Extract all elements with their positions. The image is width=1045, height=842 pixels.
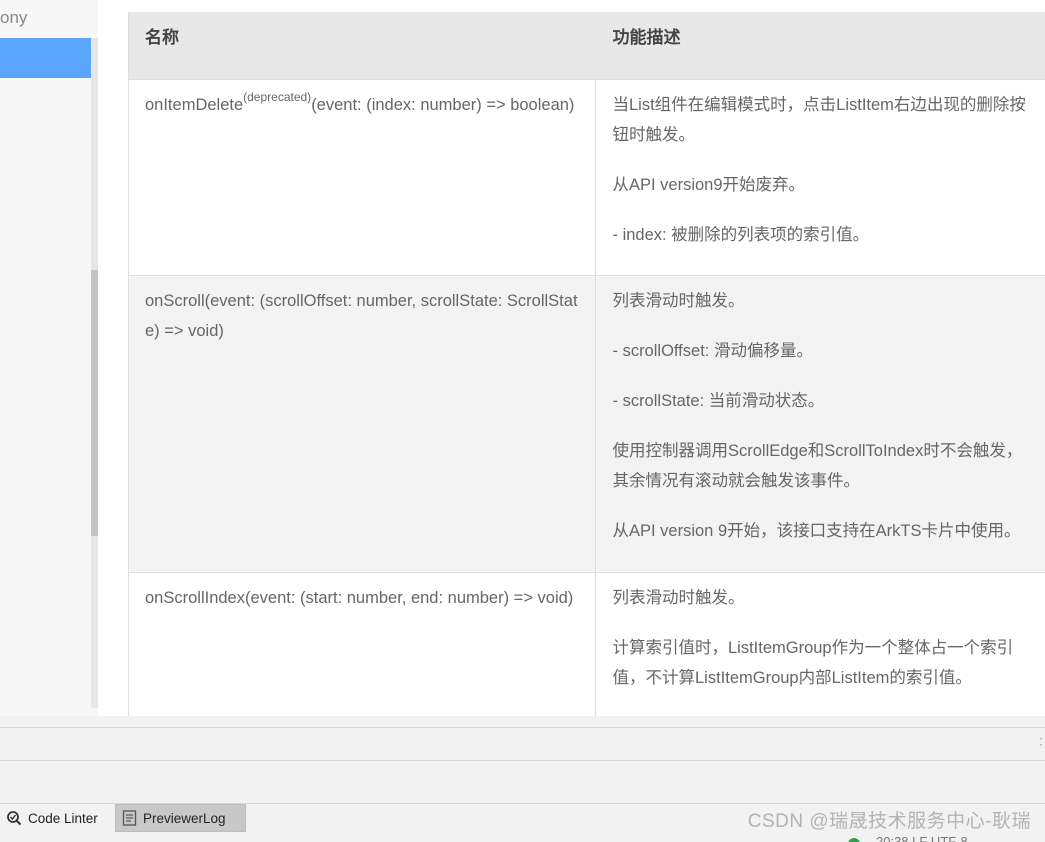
tool-window-body — [0, 762, 1045, 804]
api-nav-sidebar: ony — [0, 0, 98, 716]
table-row: onItemDelete(deprecated)(event: (index: … — [128, 80, 1045, 276]
previewer-log-label: PreviewerLog — [143, 810, 226, 826]
header-description: 功能描述 — [612, 28, 681, 47]
event-desc-cell: 当List组件在编辑模式时，点击ListItem右边出现的删除按钮时触发。 从A… — [596, 80, 1045, 275]
csdn-watermark: CSDN @瑞晟技术服务中心-耿瑞 — [747, 811, 1031, 832]
header-name: 名称 — [145, 28, 179, 47]
desc-line: 列表滑动时触发。 — [612, 589, 745, 607]
table-row: onScrollIndex(event: (start: number, end… — [128, 573, 1045, 716]
desc-line: 列表滑动时触发。 — [612, 292, 745, 310]
event-desc-cell: 列表滑动时触发。 - scrollOffset: 滑动偏移量。 - scroll… — [596, 276, 1045, 572]
deprecated-tag: (deprecated) — [243, 90, 312, 104]
doc-content-panel: 名称 功能描述 onItemDelete(deprecated)(event: … — [98, 0, 1045, 716]
event-name-cell: onScroll(event: (scrollOffset: number, s… — [129, 276, 597, 572]
table-row: onScroll(event: (scrollOffset: number, s… — [128, 276, 1045, 573]
more-options-icon[interactable]: · · — [1039, 733, 1043, 751]
ide-window: ony 名称 功能描述 onItemDelete(deprecated)(eve… — [0, 0, 1045, 842]
desc-line: 计算索引值时，ListItemGroup作为一个整体占一个索引值，不计算List… — [612, 639, 1014, 687]
desc-line: 从API version9开始废弃。 — [612, 176, 806, 194]
desc-line: 从API version 9开始，该接口支持在ArkTS卡片中使用。 — [612, 522, 1021, 540]
code-linter-label: Code Linter — [28, 810, 98, 826]
event-desc-cell: 列表滑动时触发。 计算索引值时，ListItemGroup作为一个整体占一个索引… — [596, 573, 1045, 716]
event-name-cell: onItemDelete(deprecated)(event: (index: … — [129, 80, 597, 275]
event-signature: (event: (index: number) => boolean) — [311, 96, 575, 114]
code-linter-tab[interactable]: Code Linter — [0, 804, 114, 832]
table-header-row: 名称 功能描述 — [128, 12, 1045, 80]
desc-line: - scrollOffset: 滑动偏移量。 — [612, 342, 813, 360]
code-linter-icon — [6, 810, 22, 826]
event-name-cell: onScrollIndex(event: (start: number, end… — [129, 573, 597, 716]
sidebar-item-selected[interactable] — [0, 38, 91, 78]
sidebar-scrollbar-thumb[interactable] — [91, 270, 98, 536]
previewer-log-tab[interactable]: PreviewerLog — [115, 804, 246, 832]
events-table: 名称 功能描述 onItemDelete(deprecated)(event: … — [128, 12, 1045, 716]
event-name: onItemDelete — [145, 96, 244, 114]
desc-line: - index: 被删除的列表项的索引值。 — [612, 226, 870, 244]
desc-line: 当List组件在编辑模式时，点击ListItem右边出现的删除按钮时触发。 — [612, 96, 1026, 144]
desc-line: - scrollState: 当前滑动状态。 — [612, 392, 825, 410]
desc-line: 使用控制器调用ScrollEdge和ScrollToIndex时不会触发，其余情… — [612, 442, 1023, 490]
log-file-icon — [122, 810, 137, 826]
status-bar-text: 20:38 LF UTF-8 — [876, 834, 968, 842]
tool-window-header: · · — [0, 727, 1045, 761]
sidebar-item[interactable]: ony — [0, 8, 27, 28]
